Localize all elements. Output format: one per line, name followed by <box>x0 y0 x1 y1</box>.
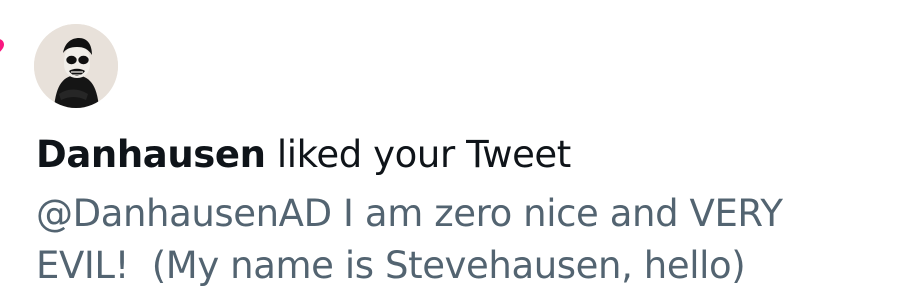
like-notification[interactable]: Danhausen liked your Tweet @DanhausenAD … <box>0 0 909 303</box>
avatar-image <box>34 24 118 108</box>
avatar[interactable] <box>34 24 118 108</box>
action-text: liked your Tweet <box>265 133 571 176</box>
user-name-link[interactable]: Danhausen <box>36 133 266 176</box>
heart-icon <box>0 39 4 52</box>
notification-headline: Danhausen liked your Tweet <box>36 130 571 180</box>
tweet-line-2: EVIL! (My name is Stevehausen, hello) <box>36 244 746 287</box>
tweet-line-1: @DanhausenAD I am zero nice and VERY <box>36 192 783 235</box>
tweet-preview[interactable]: @DanhausenAD I am zero nice and VERY EVI… <box>36 188 896 292</box>
